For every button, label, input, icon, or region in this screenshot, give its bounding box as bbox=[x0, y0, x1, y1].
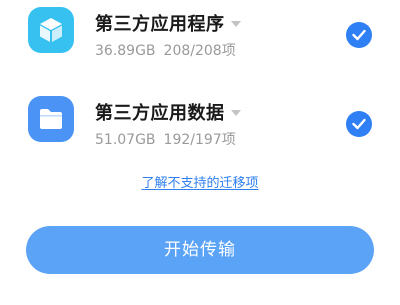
folder-icon bbox=[28, 96, 74, 142]
caret-down-icon[interactable] bbox=[230, 110, 241, 116]
checkbox-checked[interactable] bbox=[346, 22, 372, 48]
list-item-third-party-data[interactable]: 第三方应用数据 51.07GB 192/197项 bbox=[0, 83, 400, 153]
item-meta: 51.07GB 192/197项 bbox=[95, 129, 236, 149]
item-title: 第三方应用程序 bbox=[95, 14, 225, 35]
caret-down-icon[interactable] bbox=[230, 21, 241, 27]
app-cube-icon bbox=[28, 7, 74, 53]
item-size: 36.89GB bbox=[95, 43, 156, 59]
list-item-third-party-apps[interactable]: 第三方应用程序 36.89GB 208/208项 bbox=[0, 0, 400, 64]
transfer-selection-screen: 第三方应用程序 36.89GB 208/208项 第三方应用数据 51.07GB… bbox=[0, 0, 400, 305]
item-title: 第三方应用数据 bbox=[95, 103, 225, 124]
item-meta: 36.89GB 208/208项 bbox=[95, 40, 236, 60]
item-title-line: 第三方应用程序 bbox=[95, 10, 241, 36]
item-title-line: 第三方应用数据 bbox=[95, 99, 241, 125]
start-transfer-button[interactable]: 开始传输 bbox=[26, 226, 374, 274]
unsupported-items-link[interactable]: 了解不支持的迁移项 bbox=[0, 172, 400, 191]
item-count: 208/208项 bbox=[163, 43, 236, 59]
item-count: 192/197项 bbox=[163, 132, 236, 148]
item-size: 51.07GB bbox=[95, 132, 156, 148]
checkbox-checked[interactable] bbox=[346, 111, 372, 137]
